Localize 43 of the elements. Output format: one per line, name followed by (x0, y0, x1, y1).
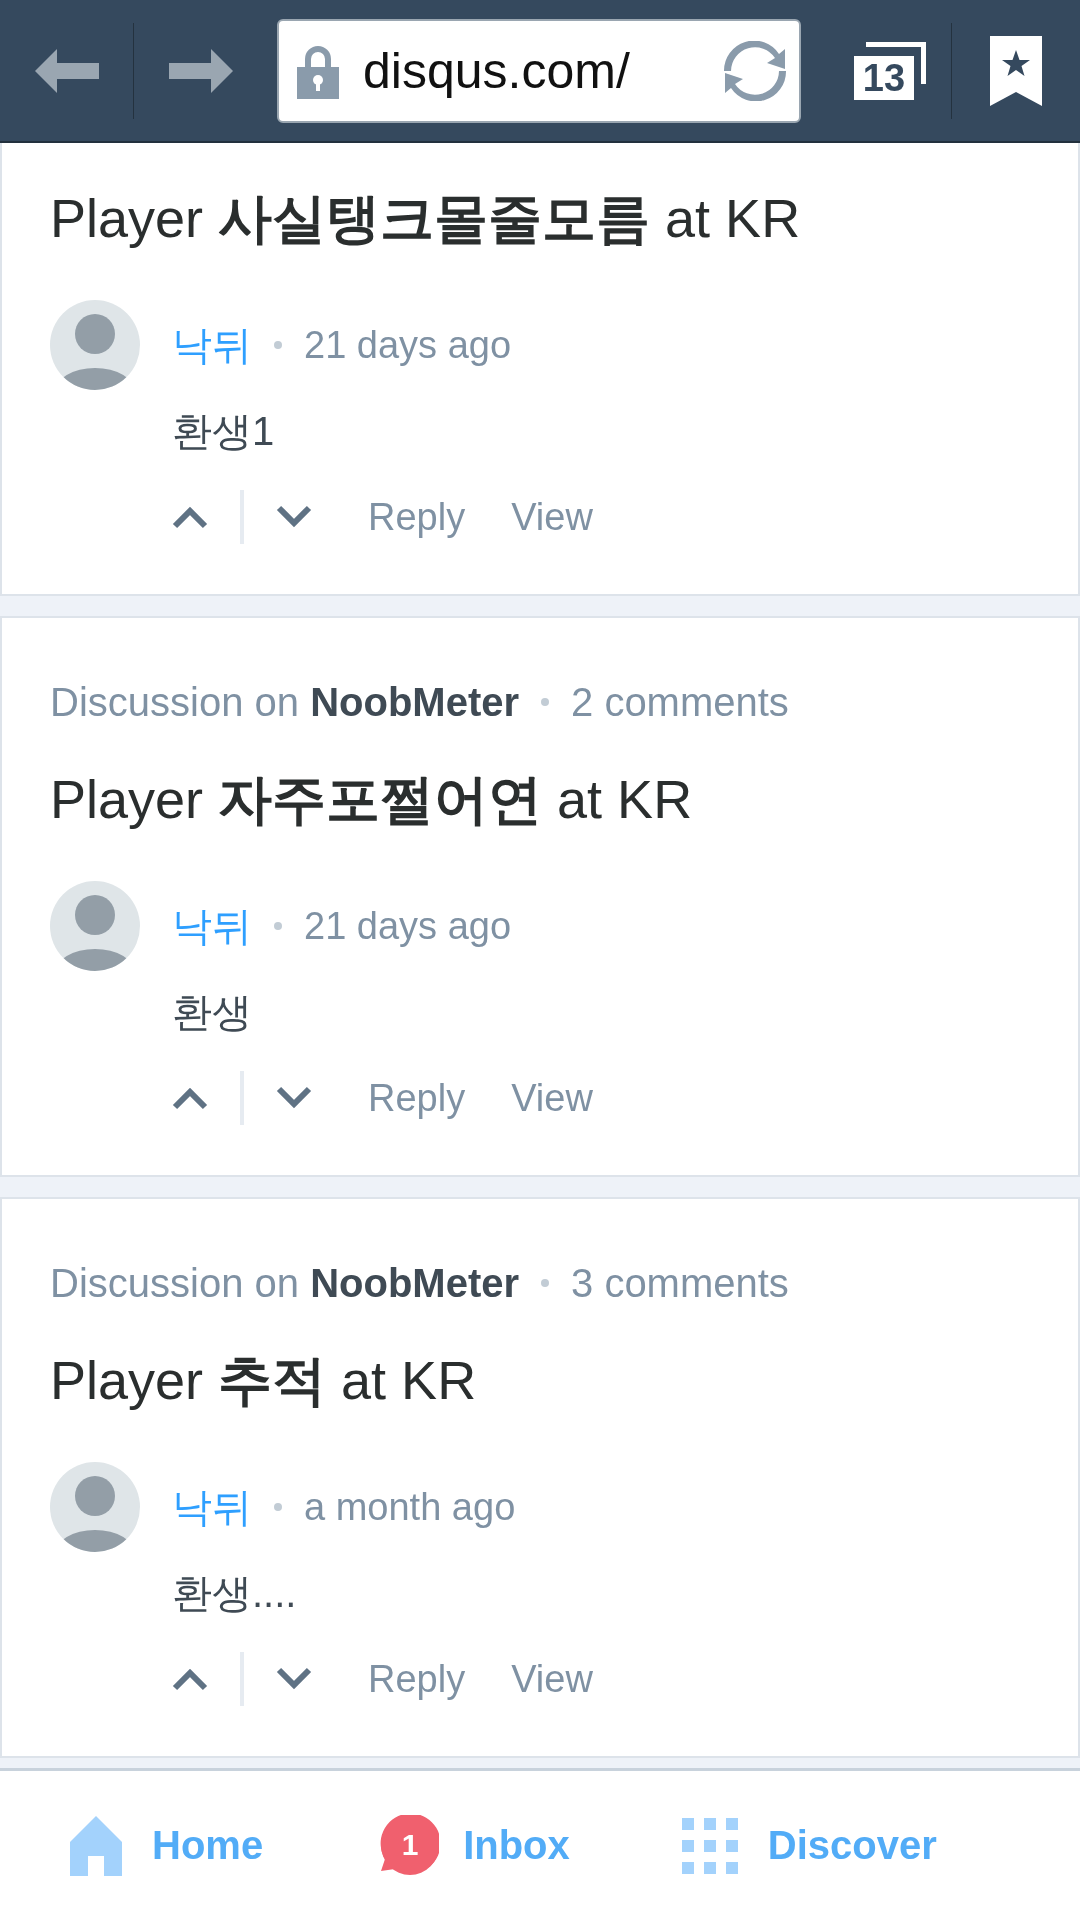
nav-tab[interactable]: Inbox (463, 1823, 570, 1868)
downvote-icon[interactable] (276, 1667, 312, 1691)
separator-dot (274, 922, 282, 930)
bookmark-star-icon[interactable] (990, 35, 1042, 106)
home-icon (70, 1815, 122, 1876)
comment-text: 환생1 (172, 408, 276, 455)
action-link[interactable]: View (511, 1657, 593, 1701)
thread-title[interactable]: Player 사실탱크몰줄모름 at KR (50, 183, 1030, 253)
upvote-icon[interactable] (172, 1667, 208, 1691)
comment-time[interactable]: a month ago (304, 1485, 516, 1529)
url-field[interactable]: disqus.com/ (277, 18, 801, 123)
discussion-link[interactable]: Discussion on NoobMeter (50, 679, 519, 725)
separator-dot (274, 1503, 282, 1511)
separator-dot (541, 1279, 549, 1287)
upvote-icon[interactable] (172, 1086, 208, 1110)
tab-switcher[interactable]: 13 (829, 0, 951, 141)
downvote-icon[interactable] (276, 1086, 312, 1110)
comment-time[interactable]: 21 days ago (304, 323, 512, 367)
discussion-link[interactable]: Discussion on NoobMeter (50, 1260, 519, 1306)
author-name[interactable]: 낙뒤 (172, 898, 252, 954)
action-link[interactable]: Reply (368, 495, 466, 539)
back-arrow-icon (34, 48, 99, 93)
comment-count: 2 comments (571, 679, 789, 725)
grid-icon (681, 1817, 738, 1874)
nav-tab[interactable]: Home (152, 1823, 264, 1868)
separator-dot (274, 341, 282, 349)
nav-tab[interactable]: Discover (767, 1823, 937, 1868)
comment-time[interactable]: 21 days ago (304, 904, 512, 948)
author-name[interactable]: 낙뒤 (172, 317, 252, 373)
forward-arrow-icon (168, 48, 233, 93)
author-name[interactable]: 낙뒤 (172, 1479, 252, 1535)
comment-text: 환생.... (172, 1570, 298, 1617)
thread-title[interactable]: Player 자주포쩔어연 at KR (50, 764, 1030, 834)
separator-dot (541, 698, 549, 706)
upvote-icon[interactable] (172, 505, 208, 529)
thread-title[interactable]: Player 추적 at KR (50, 1345, 1030, 1415)
downvote-icon[interactable] (276, 505, 312, 529)
action-link[interactable]: Reply (368, 1076, 466, 1120)
action-link[interactable]: View (511, 1076, 593, 1120)
action-link[interactable]: Reply (368, 1657, 466, 1701)
action-link[interactable]: View (511, 495, 593, 539)
comment-text: 환생 (172, 989, 253, 1036)
comment-count: 3 comments (571, 1260, 789, 1306)
